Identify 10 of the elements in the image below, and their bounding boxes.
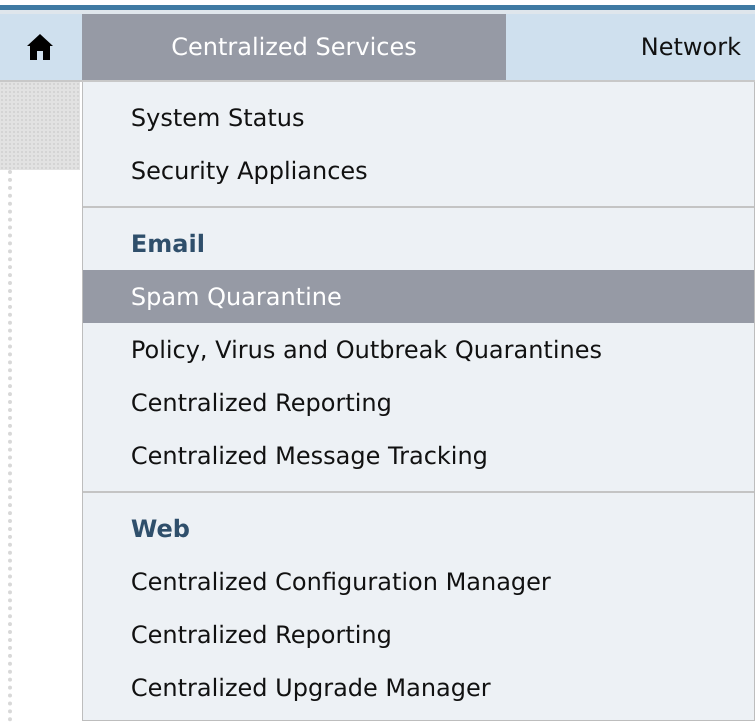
menu-item[interactable]: Centralized Message Tracking: [82, 429, 754, 482]
section-heading: Email: [130, 228, 206, 260]
section-heading: Web: [130, 514, 191, 544]
menu-item[interactable]: Policy, Virus and Outbreak Quarantines: [82, 323, 754, 376]
menu-item[interactable]: Centralized Upgrade Manager: [82, 661, 754, 714]
menu-item[interactable]: Centralized Reporting: [82, 376, 754, 429]
menu-item[interactable]: Security Appliances: [82, 144, 754, 197]
menu-item[interactable]: Centralized Reporting: [82, 608, 754, 661]
menu-item[interactable]: Centralized Configuration Manager: [82, 555, 754, 608]
menu-item[interactable]: System Status: [82, 91, 754, 144]
